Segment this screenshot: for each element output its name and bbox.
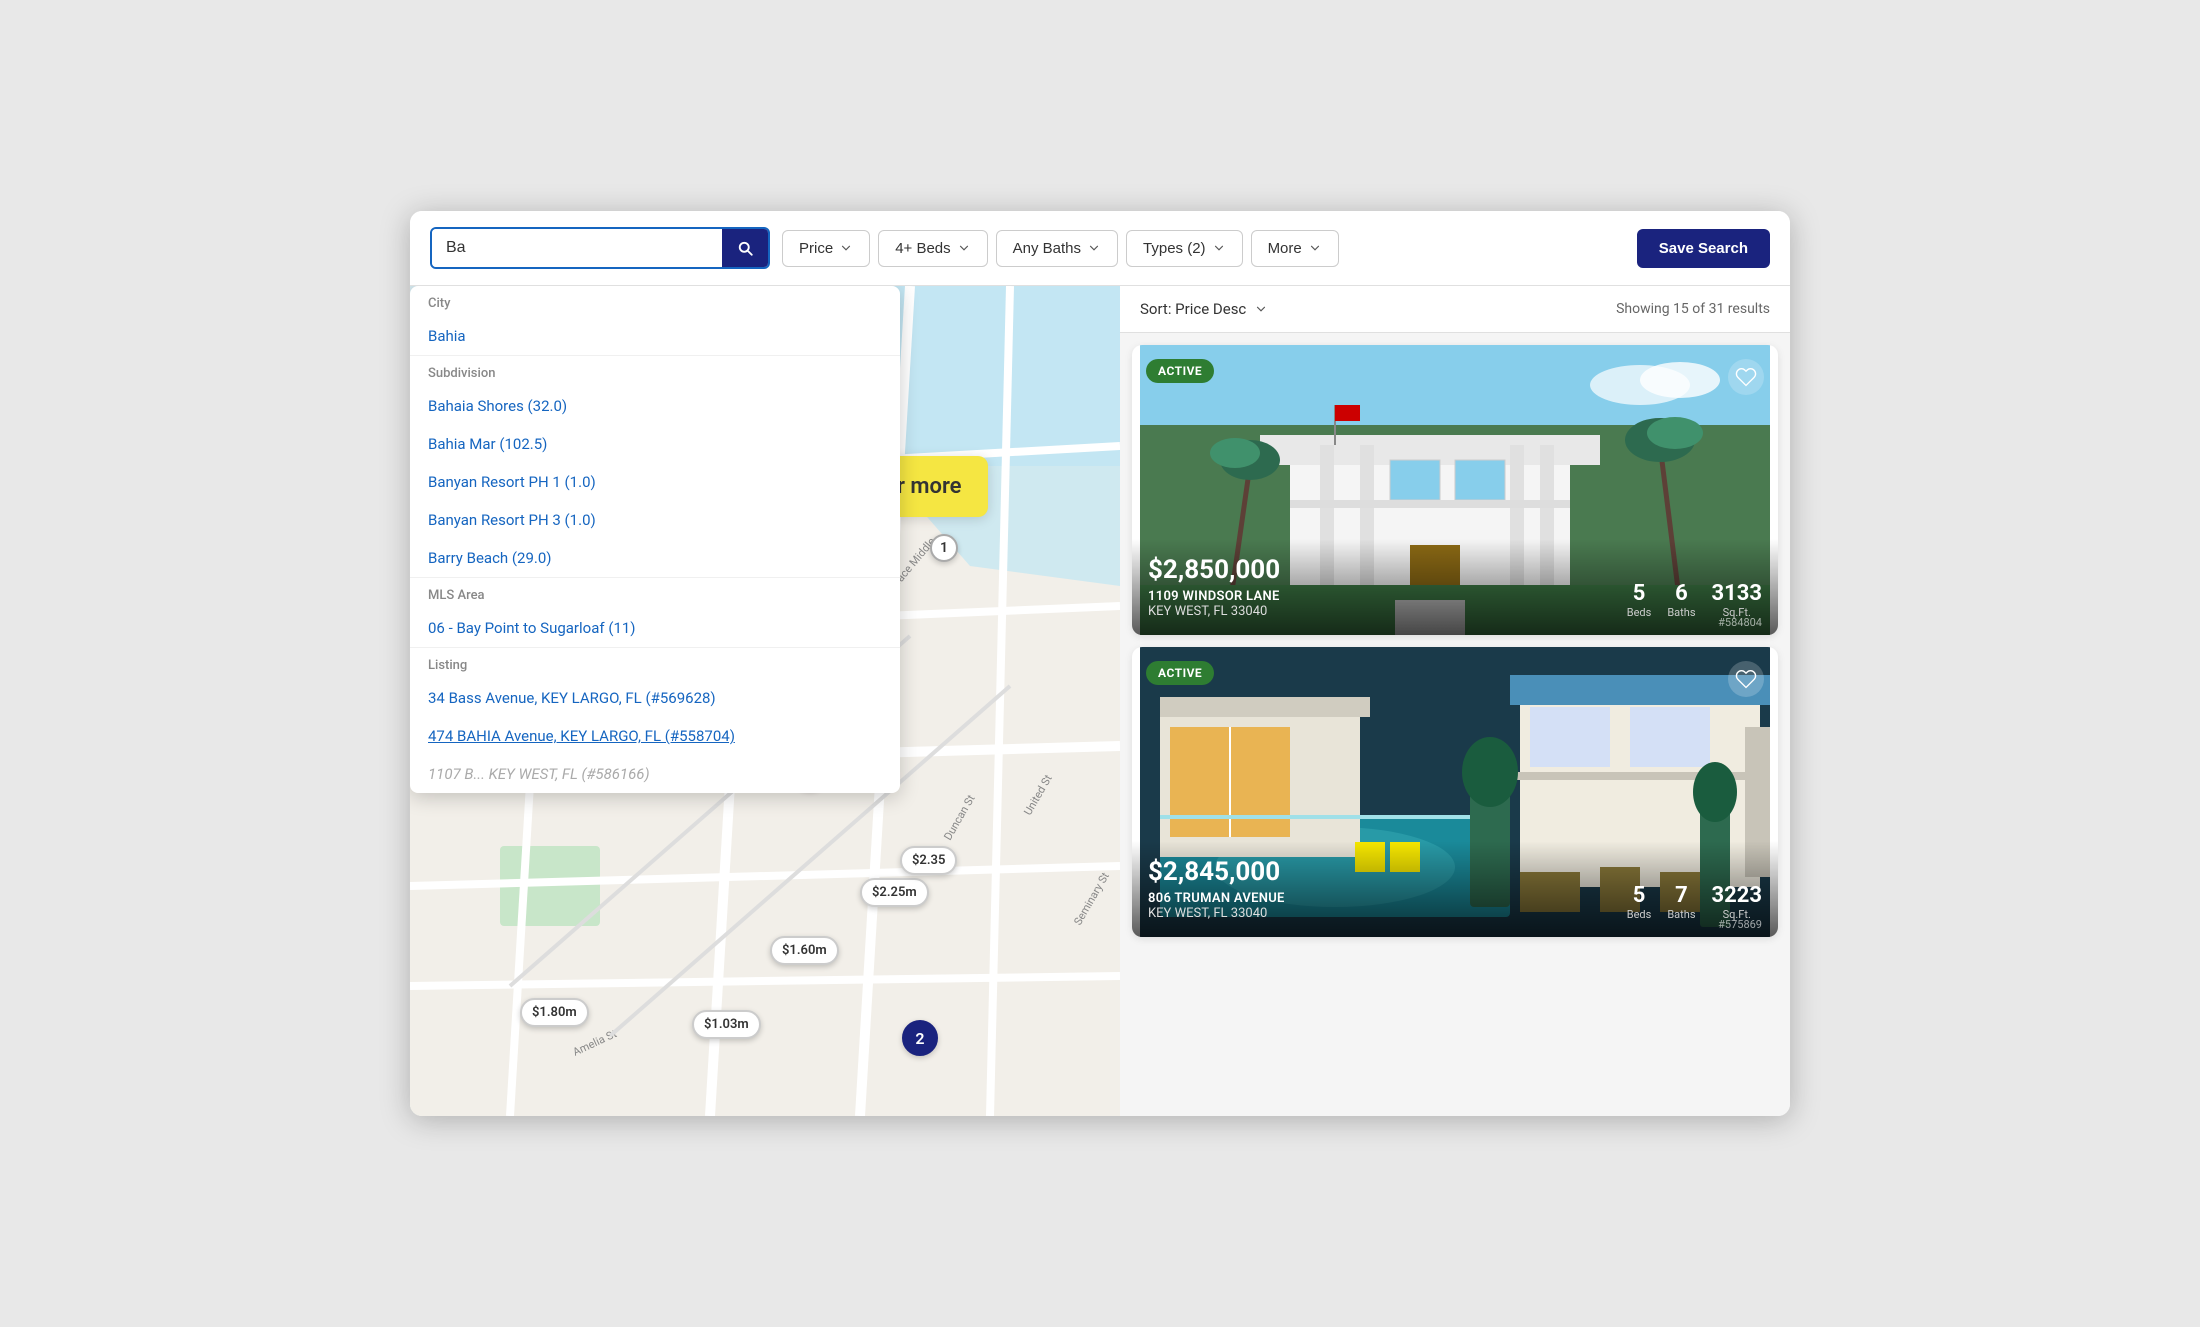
baths-stat-2: 7 Baths xyxy=(1667,883,1695,921)
dropdown-item-bahia-mar[interactable]: Bahia Mar (102.5) xyxy=(410,425,900,463)
results-count: Showing 15 of 31 results xyxy=(1616,301,1770,317)
dropdown-section-subdivision: Subdivision Bahaia Shores (32.0) Bahia M… xyxy=(410,355,900,577)
dropdown-item-bahia[interactable]: Bahia xyxy=(410,317,900,355)
map-pin-2.25m[interactable]: $2.25m xyxy=(860,878,929,907)
map-circle-info[interactable]: 1 xyxy=(930,534,958,562)
active-badge-2: ACTIVE xyxy=(1146,661,1214,685)
header: Price 4+ Beds Any Baths Types (2) More S… xyxy=(410,211,1790,286)
map-pin-1.03m[interactable]: $1.03m xyxy=(692,1010,761,1039)
listing-image-1: ACTIVE $2,850,000 1109 WINDSOR LANE KEY … xyxy=(1132,345,1778,635)
listing-mls-1: #584804 xyxy=(1718,616,1762,629)
search-button[interactable] xyxy=(722,229,768,267)
price-filter[interactable]: Price xyxy=(782,230,870,267)
save-search-button[interactable]: Save Search xyxy=(1637,229,1770,268)
map-pin-1.60m[interactable]: $1.60m xyxy=(770,936,839,965)
dropdown-item-partial[interactable]: 1107 B... KEY WEST, FL (#586166) xyxy=(410,755,900,793)
beds-stat-1: 5 Beds xyxy=(1627,581,1652,619)
heart-button-1[interactable] xyxy=(1728,359,1764,395)
dropdown-section-mls: MLS Area 06 - Bay Point to Sugarloaf (11… xyxy=(410,577,900,647)
sqft-stat-2: 3223 Sq.Ft. xyxy=(1712,883,1763,921)
baths-stat-1: 6 Baths xyxy=(1667,581,1695,619)
search-input[interactable] xyxy=(432,229,722,267)
section-label-listing: Listing xyxy=(410,647,900,679)
listing-mls-2: #575869 xyxy=(1718,918,1762,931)
section-label-subdivision: Subdivision xyxy=(410,355,900,387)
dropdown-item-bay-point[interactable]: 06 - Bay Point to Sugarloaf (11) xyxy=(410,609,900,647)
sqft-stat-1: 3133 Sq.Ft. xyxy=(1712,581,1763,619)
section-label-mls: MLS Area xyxy=(410,577,900,609)
beds-stat-2: 5 Beds xyxy=(1627,883,1652,921)
app-container: Price 4+ Beds Any Baths Types (2) More S… xyxy=(410,211,1790,1116)
dropdown-item-banyan3[interactable]: Banyan Resort PH 3 (1.0) xyxy=(410,501,900,539)
dropdown-item-bahaia-shores[interactable]: Bahaia Shores (32.0) xyxy=(410,387,900,425)
more-filter[interactable]: More xyxy=(1251,230,1339,267)
listing-card-1[interactable]: ACTIVE $2,850,000 1109 WINDSOR LANE KEY … xyxy=(1132,345,1778,635)
listing-card-2[interactable]: ACTIVE $2,845,000 806 TRUMAN AVENUE KEY … xyxy=(1132,647,1778,937)
dropdown-item-banyan1[interactable]: Banyan Resort PH 1 (1.0) xyxy=(410,463,900,501)
map-circle-2[interactable]: 2 xyxy=(902,1020,938,1056)
types-filter[interactable]: Types (2) xyxy=(1126,230,1243,267)
dropdown-item-bass-ave[interactable]: 34 Bass Avenue, KEY LARGO, FL (#569628) xyxy=(410,679,900,717)
map-area[interactable]: Duncan St United St Seminary St Amelia S… xyxy=(410,286,1120,1116)
autocomplete-dropdown: City Bahia Subdivision Bahaia Shores (32… xyxy=(410,286,900,793)
sort-dropdown[interactable]: Sort: Price Desc xyxy=(1140,300,1268,318)
section-label-city: City xyxy=(410,286,900,317)
listings-panel: Sort: Price Desc Showing 15 of 31 result… xyxy=(1120,286,1790,1116)
dropdown-item-bahia-ave[interactable]: 474 BAHIA Avenue, KEY LARGO, FL (#558704… xyxy=(410,717,900,755)
map-pin-1.80m[interactable]: $1.80m xyxy=(520,998,589,1027)
search-wrapper xyxy=(430,227,770,269)
map-pin-2.35[interactable]: $2.35 xyxy=(900,846,957,875)
dropdown-section-city: City Bahia xyxy=(410,286,900,355)
dropdown-item-barry-beach[interactable]: Barry Beach (29.0) xyxy=(410,539,900,577)
filter-group: Price 4+ Beds Any Baths Types (2) More xyxy=(782,230,1625,267)
heart-button-2[interactable] xyxy=(1728,661,1764,697)
main-content: Duncan St United St Seminary St Amelia S… xyxy=(410,286,1790,1116)
beds-filter[interactable]: 4+ Beds xyxy=(878,230,987,267)
baths-filter[interactable]: Any Baths xyxy=(996,230,1118,267)
listings-header: Sort: Price Desc Showing 15 of 31 result… xyxy=(1120,286,1790,333)
dropdown-section-listing: Listing 34 Bass Avenue, KEY LARGO, FL (#… xyxy=(410,647,900,793)
active-badge-1: ACTIVE xyxy=(1146,359,1214,383)
listing-stats-1: 5 Beds 6 Baths 3133 Sq.Ft. xyxy=(1611,581,1762,619)
listing-image-2: ACTIVE $2,845,000 806 TRUMAN AVENUE KEY … xyxy=(1132,647,1778,937)
listing-stats-2: 5 Beds 7 Baths 3223 Sq.Ft. xyxy=(1611,883,1762,921)
